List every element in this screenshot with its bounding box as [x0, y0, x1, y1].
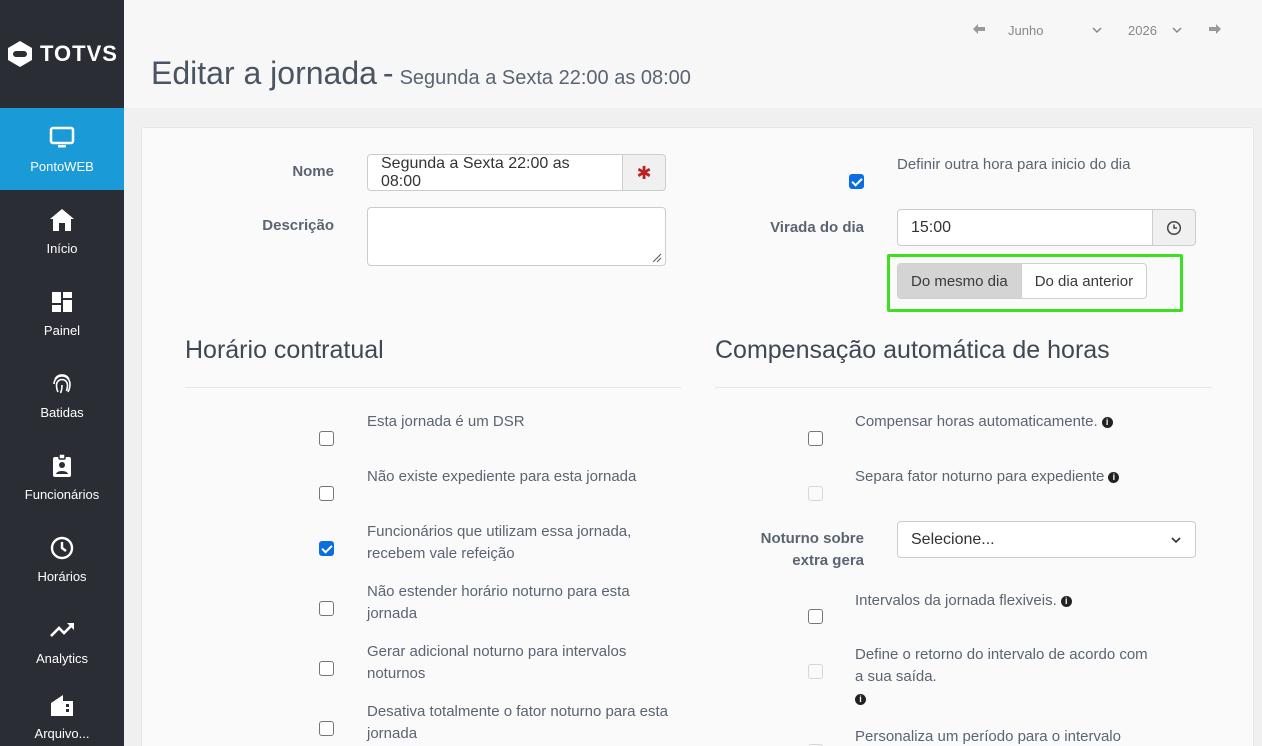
turnover-time-value: 15:00 [911, 218, 952, 236]
home-icon [49, 207, 75, 233]
same-day-button[interactable]: Do mesmo dia [898, 264, 1021, 298]
dsr-label: Esta jornada é um DSR [367, 413, 525, 430]
define-start-label: Definir outra hora para inicio do dia [897, 156, 1131, 173]
sidebar-item-label: Batidas [40, 404, 84, 420]
turnover-label: Virada do dia [770, 219, 864, 236]
info-icon[interactable]: i [1108, 471, 1120, 483]
sidebar-item-label: Analytics [35, 650, 89, 666]
totvs-logo-icon [8, 41, 33, 67]
arrow-left-icon[interactable] [972, 22, 988, 38]
title-separator: - [382, 55, 394, 91]
flex-intervals-checkbox[interactable] [808, 609, 823, 624]
return-interval-checkbox[interactable] [808, 664, 823, 679]
turnover-time-input[interactable]: 15:00 [897, 209, 1154, 246]
trending-up-icon [49, 617, 75, 643]
info-icon[interactable]: i [1060, 595, 1072, 607]
no-extend-night-checkbox[interactable] [319, 601, 334, 616]
clock-icon [1166, 220, 1182, 235]
sidebar-item-inicio[interactable]: Início [0, 190, 124, 272]
name-input-value: Segunda a Sexta 22:00 as 08:00 [381, 154, 570, 190]
year-select[interactable]: 2026 [1128, 23, 1182, 38]
flex-intervals-label: Intervalos da jornada flexiveis. i [855, 590, 1185, 612]
flex-intervals-text: Intervalos da jornada flexiveis. [855, 592, 1057, 609]
define-start-checkbox[interactable] [849, 174, 864, 189]
disable-night-factor-checkbox[interactable] [319, 721, 334, 736]
compensation-divider [715, 387, 1212, 388]
badge-icon [49, 453, 75, 479]
sidebar-item-painel[interactable]: Painel [0, 272, 124, 354]
info-icon[interactable]: i [1101, 416, 1113, 428]
required-addon: ✱ [622, 154, 666, 191]
dashboard-icon [49, 289, 75, 315]
description-textarea[interactable] [367, 207, 666, 266]
day-toggle-group: Do mesmo dia Do dia anterior [897, 263, 1148, 299]
disable-night-factor-label: Desativa totalmente o fator noturno para… [367, 703, 669, 742]
sidebar-item-horarios[interactable]: Horários [0, 518, 124, 600]
no-extend-night-label: Não estender horário noturno para esta j… [367, 583, 630, 622]
custom-interval-label: Personaliza um período para o intervalo [855, 728, 1121, 745]
compensation-section-title: Compensação automática de horas [715, 336, 1110, 364]
sidebar-item-analytics[interactable]: Analytics [0, 600, 124, 682]
description-label: Descrição [262, 217, 334, 234]
sidebar-item-label: Painel [43, 322, 81, 338]
logo-text: TOTVS [40, 41, 118, 66]
night-intervals-checkbox[interactable] [319, 661, 334, 676]
page-title: Editar a jornada - Segunda a Sexta 22:00 a… [151, 55, 691, 92]
night-extra-label: Noturno sobre extra gera [760, 530, 864, 569]
previous-day-button[interactable]: Do dia anterior [1020, 264, 1146, 298]
info-icon[interactable]: i [855, 693, 866, 705]
night-extra-select[interactable]: Selecione... [897, 521, 1196, 558]
contractual-section-title: Horário contratual [185, 336, 384, 364]
chevron-down-icon [1092, 27, 1102, 34]
no-schedule-checkbox[interactable] [319, 486, 334, 501]
dsr-checkbox[interactable] [319, 431, 334, 446]
auto-compensate-label: Compensar horas automaticamente. i [855, 411, 1185, 433]
clock-icon [49, 535, 75, 561]
auto-compensate-checkbox[interactable] [808, 431, 823, 446]
night-extra-value: Selecione... [911, 530, 995, 548]
sidebar-item-label: PontoWEB [30, 158, 94, 174]
meal-voucher-checkbox[interactable] [319, 541, 334, 556]
chevron-down-icon [1172, 27, 1182, 34]
auto-compensate-text: Compensar horas automaticamente. [855, 413, 1098, 430]
night-intervals-label: Gerar adicional noturno para intervalos … [367, 643, 627, 682]
no-schedule-label: Não existe expediente para esta jornada [367, 468, 637, 485]
return-interval-text: Define o retorno do intervalo de acordo … [855, 646, 1148, 685]
building-icon [49, 692, 75, 718]
meal-voucher-label: Funcionários que utilizam essa jornada, … [367, 523, 632, 562]
contractual-divider [185, 387, 681, 388]
sidebar: TOTVS PontoWEB Início Painel Batidas Fun… [0, 0, 124, 746]
arrow-right-icon[interactable] [1208, 22, 1224, 38]
period-selector: Junho 2026 [972, 22, 1224, 38]
night-factor-checkbox[interactable] [808, 486, 823, 501]
resize-handle-icon[interactable] [650, 251, 662, 263]
sidebar-item-batidas[interactable]: Batidas [0, 354, 124, 436]
totvs-logo[interactable]: TOTVS [0, 0, 124, 108]
sidebar-item-funcionarios[interactable]: Funcionários [0, 436, 124, 518]
sidebar-item-arquivo[interactable]: Arquivo... [0, 682, 124, 742]
fingerprint-icon [49, 371, 75, 397]
chevron-down-icon [1171, 536, 1181, 543]
asterisk-icon: ✱ [636, 162, 652, 183]
sidebar-item-label: Funcionários [24, 486, 100, 502]
page-title-text: Editar a jornada [151, 55, 377, 91]
sidebar-item-label: Arquivo... [34, 726, 90, 741]
time-picker-button[interactable] [1152, 209, 1196, 246]
month-value: Junho [1008, 22, 1044, 38]
night-factor-label: Separa fator noturno para expediente i [855, 466, 1185, 488]
sidebar-item-label: Horários [37, 568, 87, 584]
name-input[interactable]: Segunda a Sexta 22:00 as 08:00 [367, 154, 624, 191]
sidebar-item-label: Início [46, 240, 78, 256]
monitor-icon [49, 125, 75, 151]
page-subtitle: Segunda a Sexta 22:00 as 08:00 [399, 67, 691, 89]
night-factor-text: Separa fator noturno para expediente [855, 468, 1105, 485]
page-header: Junho 2026 Editar a jornada - Segunda a Se… [124, 0, 1262, 108]
month-select[interactable]: Junho [1008, 23, 1102, 38]
return-interval-label: Define o retorno do intervalo de acordo … [855, 644, 1155, 710]
form-card: Nome Segunda a Sexta 22:00 as 08:00 ✱ De… [141, 127, 1254, 746]
year-value: 2026 [1128, 22, 1157, 38]
name-label: Nome [292, 163, 334, 180]
sidebar-item-pontoweb[interactable]: PontoWEB [0, 108, 124, 190]
